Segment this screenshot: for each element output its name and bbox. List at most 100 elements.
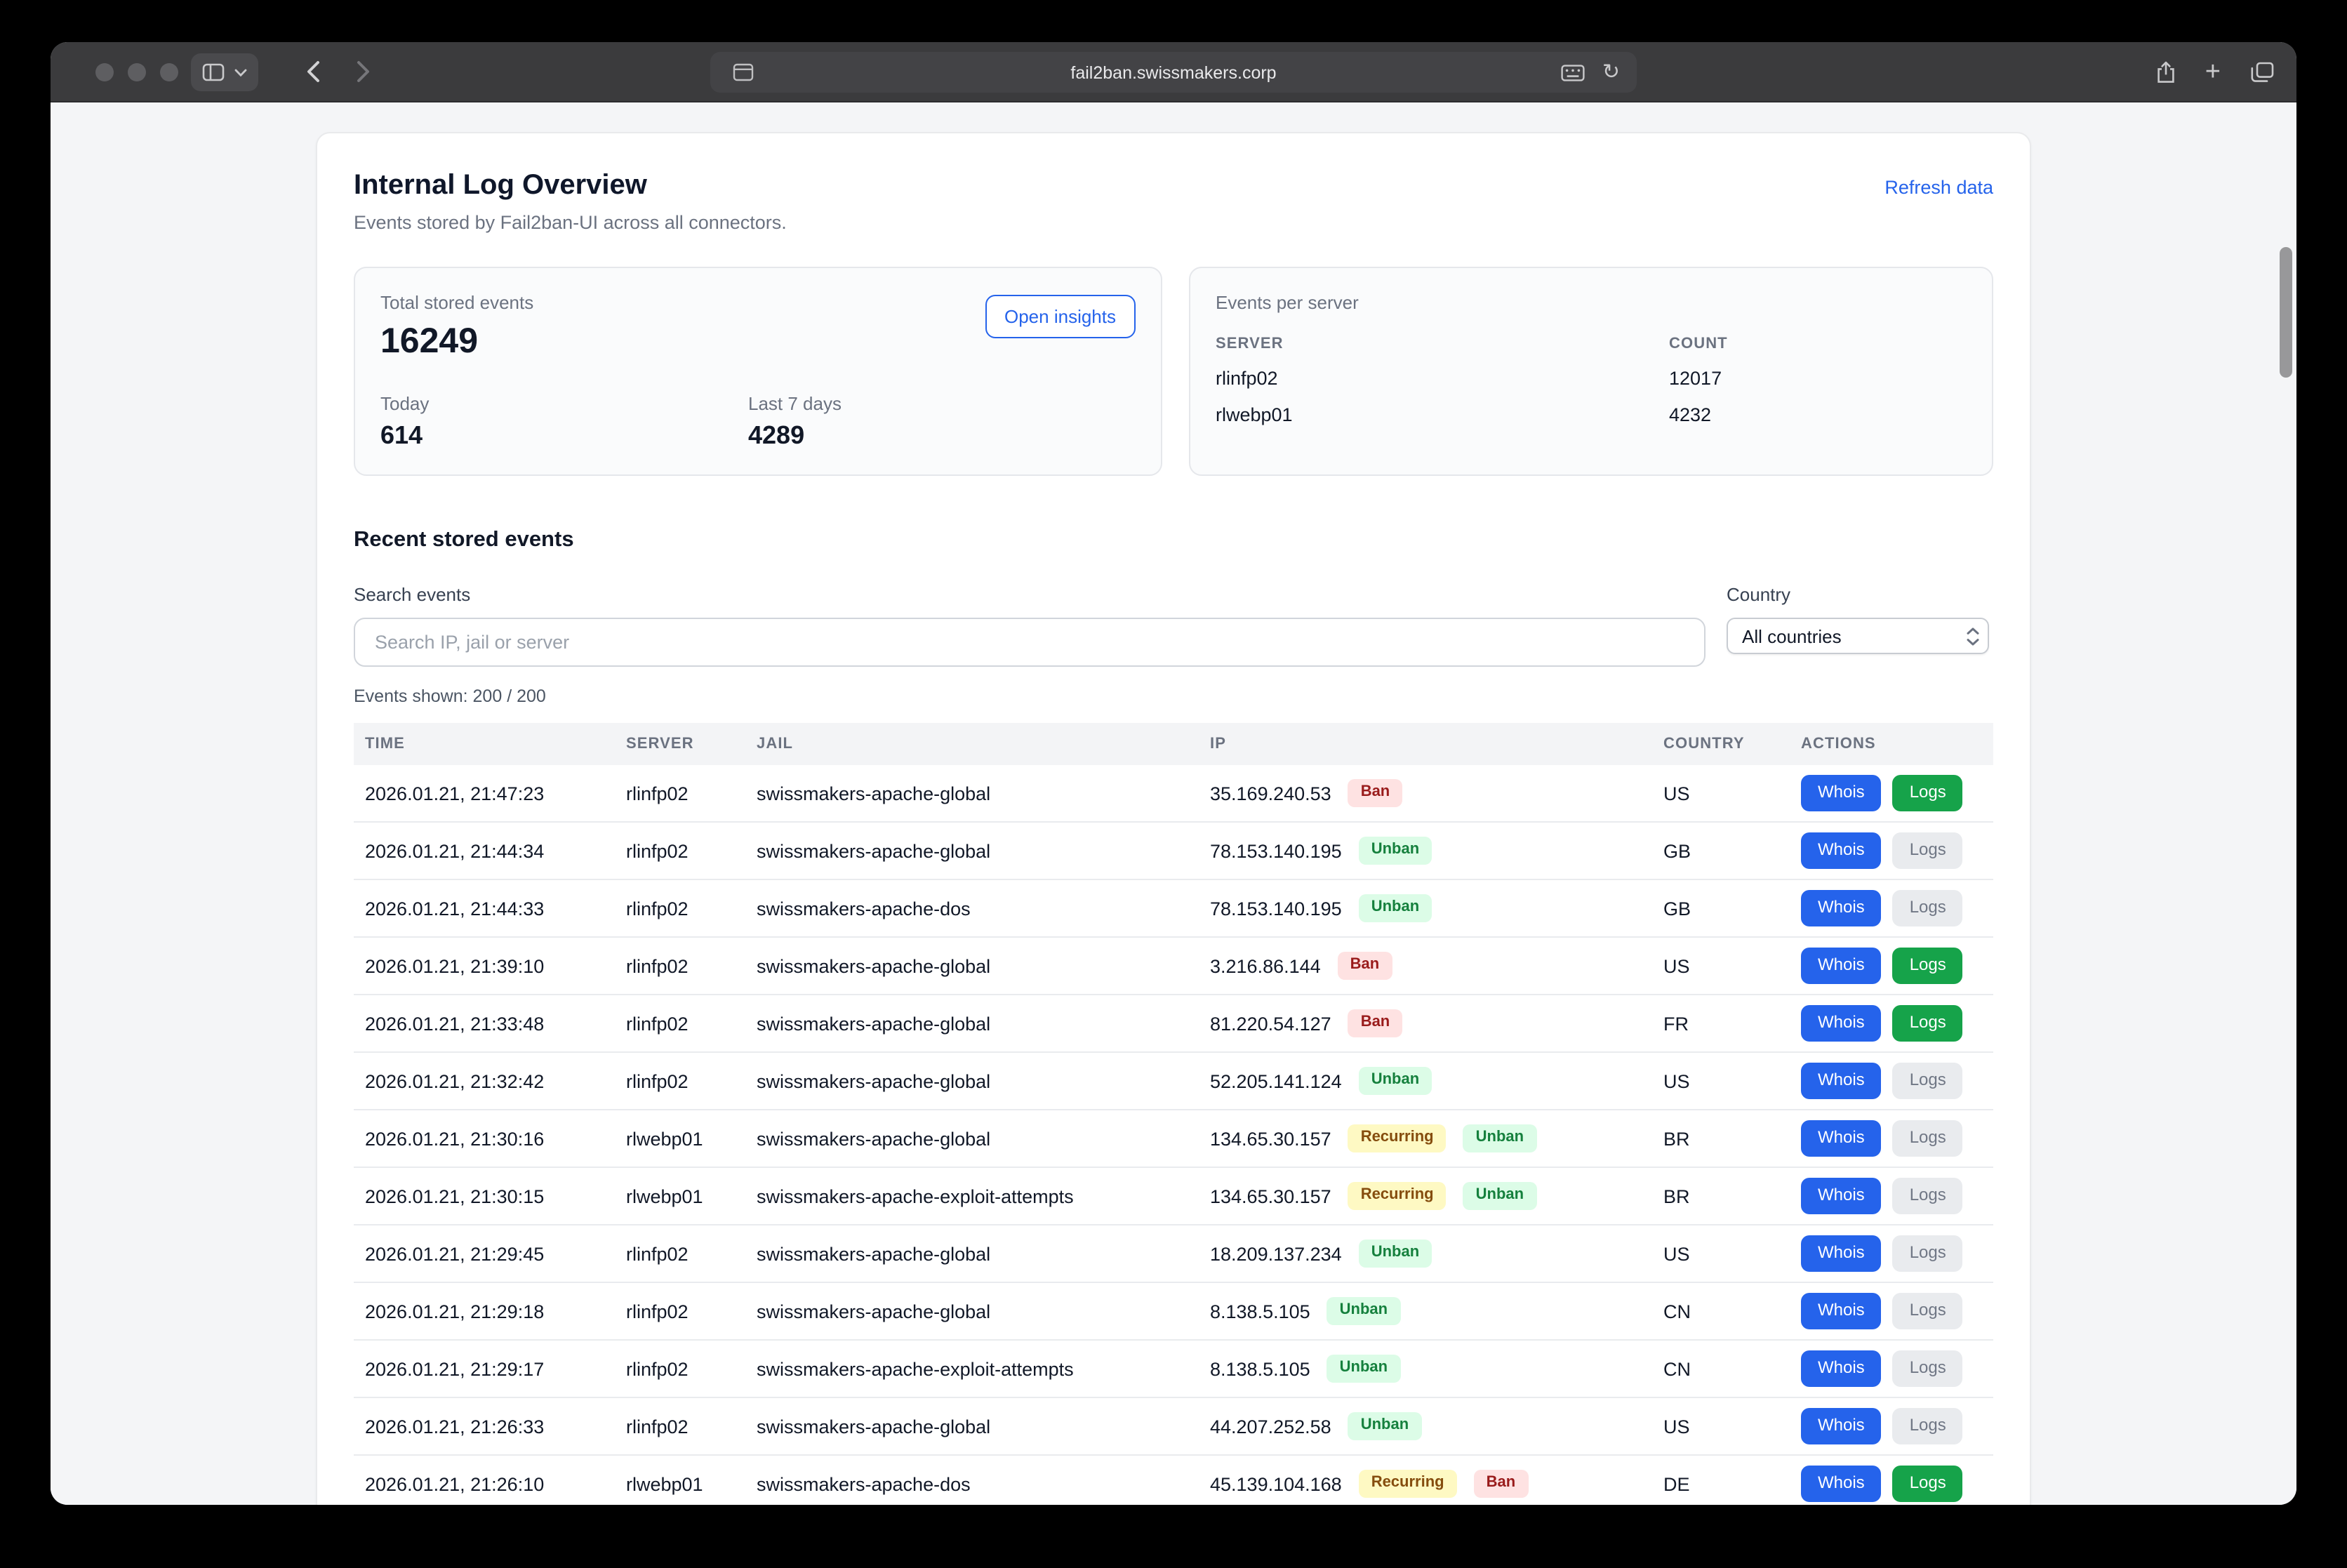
forward-icon — [357, 60, 371, 83]
table-row: 2026.01.21, 21:29:18rlinfp02swissmakers-… — [354, 1283, 1993, 1341]
logs-button[interactable]: Logs — [1893, 890, 1963, 926]
event-jail: swissmakers-apache-dos — [757, 1473, 1210, 1494]
event-country: US — [1663, 955, 1801, 976]
last7-label: Last 7 days — [748, 393, 1116, 414]
whois-button[interactable]: Whois — [1801, 1466, 1882, 1501]
logs-button[interactable]: Logs — [1893, 1235, 1963, 1271]
open-insights-button[interactable]: Open insights — [985, 295, 1136, 338]
event-server: rlinfp02 — [626, 1416, 757, 1437]
zoom-window-button[interactable] — [160, 63, 178, 81]
whois-button[interactable]: Whois — [1801, 1350, 1882, 1386]
refresh-data-link[interactable]: Refresh data — [1884, 177, 1993, 198]
events-per-server-card: Events per server SERVER COUNT rlinfp02 … — [1189, 267, 1993, 476]
unban-badge: Unban — [1463, 1125, 1536, 1152]
event-server: rlinfp02 — [626, 1070, 757, 1091]
event-jail: swissmakers-apache-global — [757, 1301, 1210, 1322]
whois-button[interactable]: Whois — [1801, 832, 1882, 868]
event-time: 2026.01.21, 21:29:17 — [365, 1358, 626, 1379]
table-row: 2026.01.21, 21:33:48rlinfp02swissmakers-… — [354, 995, 1993, 1053]
logs-button[interactable]: Logs — [1893, 1120, 1963, 1156]
event-server: rlinfp02 — [626, 783, 757, 804]
address-bar[interactable]: fail2ban.swissmakers.corp ↻ — [710, 52, 1637, 93]
event-server: rlinfp02 — [626, 1243, 757, 1264]
logs-button[interactable]: Logs — [1893, 775, 1963, 811]
ban-badge: Ban — [1348, 1010, 1403, 1037]
new-tab-icon[interactable]: + — [2205, 59, 2221, 86]
event-ip: 81.220.54.127 — [1210, 1013, 1331, 1034]
event-server: rlinfp02 — [626, 1358, 757, 1379]
table-row: 2026.01.21, 21:26:10rlwebp01swissmakers-… — [354, 1456, 1993, 1505]
event-ip-cell: 8.138.5.105 Unban — [1210, 1298, 1663, 1324]
unban-badge: Unban — [1327, 1298, 1400, 1324]
whois-button[interactable]: Whois — [1801, 1235, 1882, 1271]
tab-overview-icon[interactable] — [2250, 62, 2274, 83]
event-ip-cell: 35.169.240.53Ban — [1210, 780, 1663, 806]
recurring-badge: Recurring — [1359, 1470, 1457, 1497]
whois-button[interactable]: Whois — [1801, 1063, 1882, 1098]
unban-badge: Unban — [1359, 1240, 1432, 1267]
event-time: 2026.01.21, 21:44:33 — [365, 898, 626, 919]
event-time: 2026.01.21, 21:29:45 — [365, 1243, 626, 1264]
recurring-badge: Recurring — [1348, 1125, 1447, 1152]
logs-button[interactable]: Logs — [1893, 832, 1963, 868]
events-per-server-title: Events per server — [1216, 292, 1967, 313]
ban-badge: Ban — [1338, 952, 1392, 979]
forward-button[interactable] — [357, 60, 371, 83]
event-ip: 78.153.140.195 — [1210, 898, 1342, 919]
close-window-button[interactable] — [95, 63, 114, 81]
event-jail: swissmakers-apache-global — [757, 1070, 1210, 1091]
event-ip-cell: 44.207.252.58Unban — [1210, 1413, 1663, 1440]
logs-button[interactable]: Logs — [1893, 1293, 1963, 1329]
event-country: GB — [1663, 840, 1801, 861]
event-ip-cell: 3.216.86.144Ban — [1210, 952, 1663, 979]
logs-button[interactable]: Logs — [1893, 1063, 1963, 1098]
server-count: 12017 — [1669, 368, 1722, 389]
col-jail: JAIL — [757, 736, 1210, 752]
whois-button[interactable]: Whois — [1801, 775, 1882, 811]
page-viewport: Internal Log Overview Events stored by F… — [51, 102, 2296, 1505]
whois-button[interactable]: Whois — [1801, 1408, 1882, 1444]
unban-badge: Unban — [1327, 1355, 1400, 1382]
country-select[interactable]: All countries — [1727, 618, 1989, 654]
reload-icon[interactable]: ↻ — [1602, 62, 1620, 83]
event-ip: 134.65.30.157 — [1210, 1185, 1331, 1207]
event-country: US — [1663, 1416, 1801, 1437]
event-time: 2026.01.21, 21:39:10 — [365, 955, 626, 976]
logs-button[interactable]: Logs — [1893, 1005, 1963, 1041]
event-ip: 8.138.5.105 — [1210, 1301, 1310, 1322]
whois-button[interactable]: Whois — [1801, 1120, 1882, 1156]
logs-button[interactable]: Logs — [1893, 1466, 1963, 1501]
event-jail: swissmakers-apache-global — [757, 955, 1210, 976]
event-country: CN — [1663, 1358, 1801, 1379]
event-jail: swissmakers-apache-dos — [757, 898, 1210, 919]
logs-button[interactable]: Logs — [1893, 948, 1963, 983]
event-country: BR — [1663, 1128, 1801, 1149]
whois-button[interactable]: Whois — [1801, 1293, 1882, 1329]
page-subtitle: Events stored by Fail2ban-UI across all … — [354, 212, 787, 233]
whois-button[interactable]: Whois — [1801, 1178, 1882, 1214]
share-icon[interactable] — [2156, 60, 2176, 84]
events-table-header: TIME SERVER JAIL IP COUNTRY ACTIONS — [354, 723, 1993, 765]
browser-window: fail2ban.swissmakers.corp ↻ + Internal L… — [51, 42, 2296, 1505]
logs-button[interactable]: Logs — [1893, 1350, 1963, 1386]
logs-button[interactable]: Logs — [1893, 1178, 1963, 1214]
browser-titlebar: fail2ban.swissmakers.corp ↻ + — [51, 42, 2296, 102]
whois-button[interactable]: Whois — [1801, 890, 1882, 926]
minimize-window-button[interactable] — [128, 63, 146, 81]
page-scrollbar-thumb[interactable] — [2280, 247, 2292, 378]
events-shown-count: Events shown: 200 / 200 — [354, 686, 1993, 706]
event-ip: 18.209.137.234 — [1210, 1243, 1342, 1264]
whois-button[interactable]: Whois — [1801, 1005, 1882, 1041]
event-server: rlwebp01 — [626, 1185, 757, 1207]
event-actions: Whois Logs — [1801, 1178, 1993, 1214]
event-country: US — [1663, 1243, 1801, 1264]
url-text: fail2ban.swissmakers.corp — [710, 62, 1637, 82]
logs-button[interactable]: Logs — [1893, 1408, 1963, 1444]
whois-button[interactable]: Whois — [1801, 948, 1882, 983]
event-ip-cell: 45.139.104.168RecurringBan — [1210, 1470, 1663, 1497]
back-button[interactable] — [306, 60, 320, 83]
event-time: 2026.01.21, 21:26:10 — [365, 1473, 626, 1494]
translate-icon[interactable] — [1562, 64, 1585, 81]
search-input[interactable] — [354, 618, 1706, 667]
sidebar-toggle-button[interactable] — [191, 53, 258, 91]
